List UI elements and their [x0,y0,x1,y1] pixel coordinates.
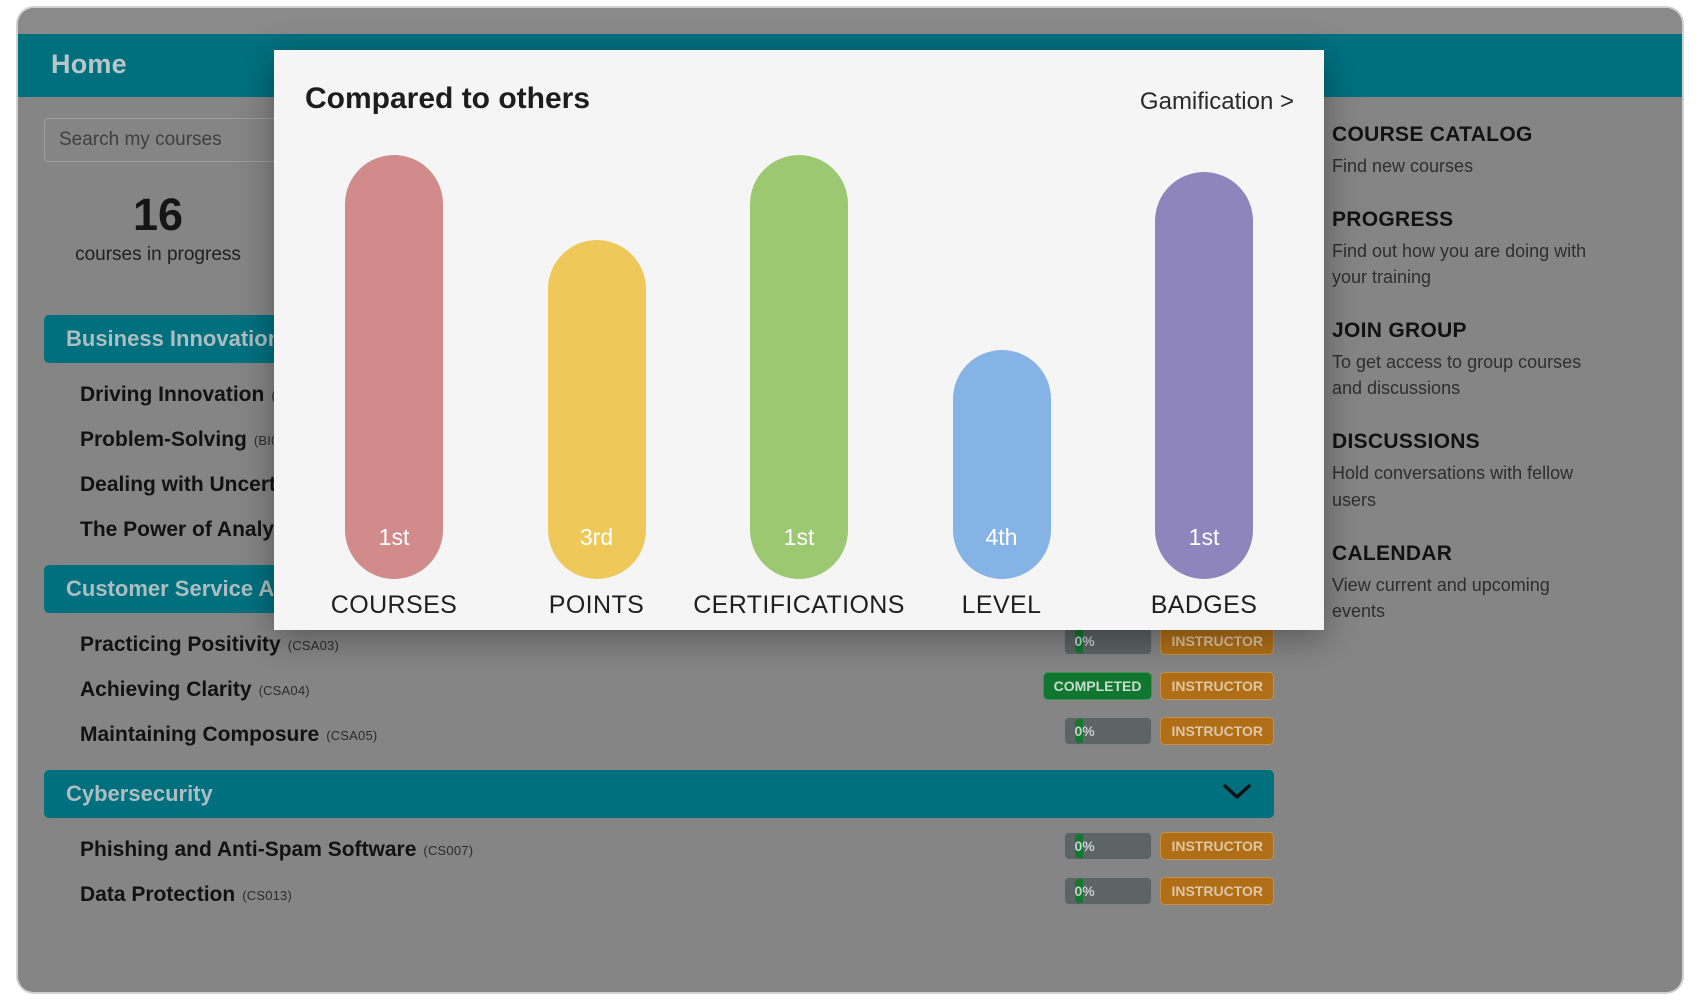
chart-bar-rank-label: 1st [783,524,815,550]
sidebar-item-join-group[interactable]: JOIN GROUP To get access to group courses… [1332,319,1652,401]
chart-bar-track: 4th [912,155,1092,579]
chart-bar-column: 3rd POINTS [507,155,687,625]
comparison-bar-chart: 1st COURSES 3rd POINTS 1st CERTIFICATIONS 4th L… [304,155,1294,625]
sidebar-item-title: COURSE CATALOG [1332,123,1533,146]
chart-bar-column: 1st BADGES [1114,155,1294,625]
courses-in-progress-summary: 16 courses in progress [18,192,298,266]
course-row-badges: 0% INSTRUCTOR [1064,832,1274,860]
sidebar-item-progress[interactable]: PROGRESS Find out how you are doing with … [1332,208,1652,290]
courses-in-progress-label: courses in progress [75,244,241,265]
course-name: Data Protection [80,883,236,906]
chart-bar-column: 4th LEVEL [912,155,1092,625]
course-name: Practicing Positivity [80,633,281,656]
chart-bar-column: 1st COURSES [304,155,484,625]
course-code: (CSA03) [287,637,339,653]
course-row-badges: 0% INSTRUCTOR [1064,877,1274,905]
course-code: (CSA05) [326,727,378,743]
course-row[interactable]: Maintaining Composure (CSA05) 0% INSTRUCTOR [44,715,1274,755]
chart-bar[interactable]: 1st [750,155,848,579]
chevron-down-icon[interactable] [1222,781,1252,807]
chart-bar-column: 1st CERTIFICATIONS [693,155,904,625]
chart-category-label: CERTIFICATIONS [693,591,905,619]
chart-category-label: BADGES [1150,591,1258,619]
chart-category-label: POINTS [548,591,645,619]
course-row[interactable]: Achieving Clarity (CSA04) COMPLETED INSTRUC… [44,670,1274,710]
chart-bar[interactable]: 3rd [547,239,646,579]
chart-bar-rank-label: 4th [985,524,1018,550]
chart-bar[interactable]: 1st [345,155,443,579]
sidebar-item-title: DISCUSSIONS [1332,430,1480,454]
application-window: Home 16 courses in progress Business Inn… [18,8,1682,992]
chart-bar-track: 1st [709,155,889,579]
sidebar-item-title: CALENDAR [1332,541,1453,565]
course-group-title: Business Innovation [66,326,282,351]
chart-category-label: COURSES [330,591,458,619]
progress-badge: 0% [1064,877,1153,905]
courses-in-progress-count: 16 [132,189,184,240]
course-name: Phishing and Anti-Spam Software [80,838,417,861]
course-name: Maintaining Composure [80,723,320,746]
chart-bar-track: 1st [1114,155,1294,579]
course-code: (CSA04) [258,682,310,698]
progress-percent-label: 0% [1074,633,1095,649]
course-group-header[interactable]: Cybersecurity [44,770,1274,818]
compared-to-others-modal: Compared to others Gamification > 1st COU… [274,50,1324,630]
course-row[interactable]: Practicing Positivity (CSA03) 0% INSTRUCTOR [44,625,1274,665]
course-code: (CS013) [242,887,293,903]
sidebar-item-description: Find out how you are doing with your tra… [1332,241,1587,288]
course-name: Driving Innovation [80,383,265,406]
sidebar-item-description: View current and upcoming events [1332,574,1550,621]
course-row[interactable]: Phishing and Anti-Spam Software (CS007) 0%… [44,830,1274,870]
course-group-title: Cybersecurity [66,781,213,806]
right-sidebar: COURSE CATALOG Find new courses PROGRESS Fi… [1298,97,1682,992]
progress-percent-label: 0% [1074,883,1095,899]
chart-bar[interactable]: 4th [952,350,1051,579]
chart-bar-rank-label: 3rd [579,524,614,550]
progress-badge: 0% [1064,832,1153,860]
course-name: Problem-Solving [80,428,247,451]
chart-category-label: LEVEL [961,591,1042,619]
sidebar-item-calendar[interactable]: CALENDAR View current and upcoming events [1332,542,1652,624]
course-name: The Power of Analysis [80,518,304,541]
course-row-badges: 0% INSTRUCTOR [1064,627,1274,655]
course-name: Achieving Clarity [80,678,252,701]
chart-bar-track: 1st [304,155,484,579]
chart-bar-track: 3rd [507,155,687,579]
progress-badge: 0% [1064,627,1153,655]
modal-title: Compared to others [305,82,591,115]
sidebar-item-discussions[interactable]: DISCUSSIONS Hold conversations with fello… [1332,430,1652,512]
course-row-badges: 0% INSTRUCTOR [1064,717,1274,745]
role-badge-instructor: INSTRUCTOR [1160,627,1274,655]
sidebar-item-title: PROGRESS [1332,208,1454,232]
progress-percent-label: 0% [1074,723,1095,739]
progress-percent-label: 0% [1074,838,1095,854]
course-row[interactable]: Data Protection (CS013) 0% INSTRUCTOR [44,875,1274,915]
sidebar-item-title: JOIN GROUP [1332,319,1467,343]
sidebar-item-course-catalog[interactable]: COURSE CATALOG Find new courses [1332,123,1652,179]
role-badge-instructor: INSTRUCTOR [1160,877,1274,905]
progress-badge: 0% [1064,717,1153,745]
page-title: Home [51,49,127,79]
sidebar-item-description: Find new courses [1332,156,1474,176]
chart-bar[interactable]: 1st [1155,171,1253,579]
sidebar-item-description: Hold conversations with fellow users [1332,463,1574,510]
role-badge-instructor: INSTRUCTOR [1160,832,1274,860]
course-row-badges: COMPLETED INSTRUCTOR [1042,672,1274,700]
course-code: (CS007) [423,842,474,858]
status-badge-completed: COMPLETED [1042,672,1153,700]
gamification-link[interactable]: Gamification > [1140,88,1294,116]
sidebar-item-description: To get access to group courses and discu… [1332,352,1582,399]
chart-bar-rank-label: 1st [378,524,410,550]
chart-bar-rank-label: 1st [1188,524,1220,550]
role-badge-instructor: INSTRUCTOR [1160,672,1274,700]
window-chrome-bar [18,8,1682,34]
role-badge-instructor: INSTRUCTOR [1160,717,1274,745]
